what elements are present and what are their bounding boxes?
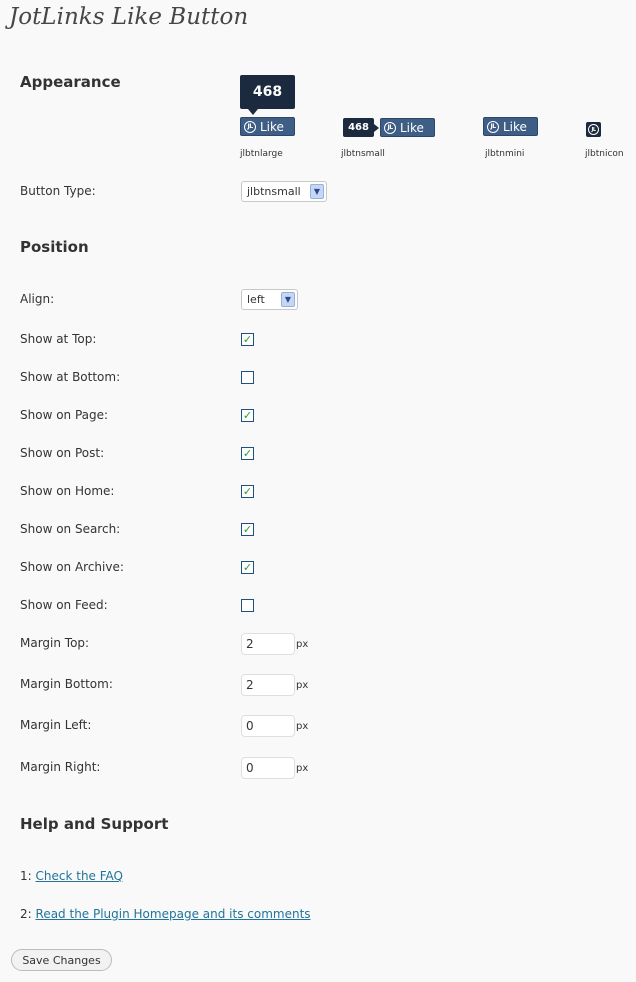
page-title: JotLinks Like Button [9,4,249,30]
appearance-heading: Appearance [20,73,121,91]
margin-label: Margin Left: [20,718,92,732]
margin-label: Margin Right: [20,760,101,774]
checkbox-label: Show at Bottom: [20,370,121,384]
like-count-small: 468 [343,118,374,137]
button-type-select[interactable]: jlbtnsmall ▼ [241,181,327,202]
jl-logo-icon: JL [487,120,499,133]
caption-jlbtnsmall: jlbtnsmall [341,149,385,159]
margin-input[interactable] [241,757,295,779]
checkbox-label: Show on Archive: [20,560,124,574]
checkbox-label: Show on Post: [20,446,105,460]
save-changes-button[interactable]: Save Changes [11,949,112,971]
unit-label: px [296,721,309,732]
like-count-large: 468 [240,75,295,109]
margin-input[interactable] [241,633,295,655]
like-label: Like [260,119,284,134]
checkbox-label: Show on Page: [20,408,109,422]
preview-jlbtnlarge[interactable]: 468 [240,75,295,115]
show-option-checkbox[interactable]: ✓ [241,409,254,422]
button-type-label: Button Type: [20,184,96,198]
show-option-checkbox[interactable] [241,599,254,612]
help-item: 2: Read the Plugin Homepage and its comm… [20,907,311,921]
margin-input[interactable] [241,715,295,737]
unit-label: px [296,763,309,774]
checkmark-icon: ✓ [242,523,253,536]
checkbox-label: Show on Home: [20,484,115,498]
chevron-down-icon: ▼ [281,292,295,307]
jl-logo-icon: JL [244,120,256,133]
count-tail [248,109,258,115]
checkbox-label: Show at Top: [20,332,97,346]
margin-label: Margin Bottom: [20,677,113,691]
checkmark-icon: ✓ [242,485,253,498]
like-label: Like [503,119,527,134]
align-label: Align: [20,292,55,306]
like-label: Like [400,120,424,135]
count-tail [374,123,379,132]
like-button-mini[interactable]: JL Like [483,117,538,136]
preview-jlbtnsmall[interactable]: 468 JL Like [343,118,435,137]
jl-logo-icon: JL [588,124,599,135]
show-option-checkbox[interactable]: ✓ [241,333,254,346]
homepage-link[interactable]: Read the Plugin Homepage and its comment… [36,907,311,921]
like-button-icon[interactable]: JL [586,122,601,137]
position-heading: Position [20,238,89,256]
caption-jlbtnicon: jlbtnicon [585,149,624,159]
button-type-value: jlbtnsmall [247,185,301,198]
like-button-small[interactable]: JL Like [380,118,435,137]
like-button-large[interactable]: JL Like [240,117,295,136]
help-item-number: 2: [20,907,32,921]
checkbox-label: Show on Search: [20,522,121,536]
show-option-checkbox[interactable]: ✓ [241,485,254,498]
help-heading: Help and Support [20,815,169,833]
show-option-checkbox[interactable]: ✓ [241,447,254,460]
checkmark-icon: ✓ [242,447,253,460]
unit-label: px [296,680,309,691]
margin-input[interactable] [241,674,295,696]
faq-link[interactable]: Check the FAQ [36,869,123,883]
margin-label: Margin Top: [20,636,90,650]
unit-label: px [296,639,309,650]
show-option-checkbox[interactable]: ✓ [241,561,254,574]
checkmark-icon: ✓ [242,409,253,422]
align-select[interactable]: left ▼ [241,289,298,310]
help-item: 1: Check the FAQ [20,869,123,883]
chevron-down-icon: ▼ [310,184,324,199]
show-option-checkbox[interactable] [241,371,254,384]
checkmark-icon: ✓ [242,333,253,346]
checkbox-label: Show on Feed: [20,598,108,612]
caption-jlbtnlarge: jlbtnlarge [240,149,283,159]
checkmark-icon: ✓ [242,561,253,574]
show-option-checkbox[interactable]: ✓ [241,523,254,536]
align-value: left [247,293,265,306]
help-item-number: 1: [20,869,32,883]
caption-jlbtnmini: jlbtnmini [485,149,525,159]
jl-logo-icon: JL [384,121,396,134]
